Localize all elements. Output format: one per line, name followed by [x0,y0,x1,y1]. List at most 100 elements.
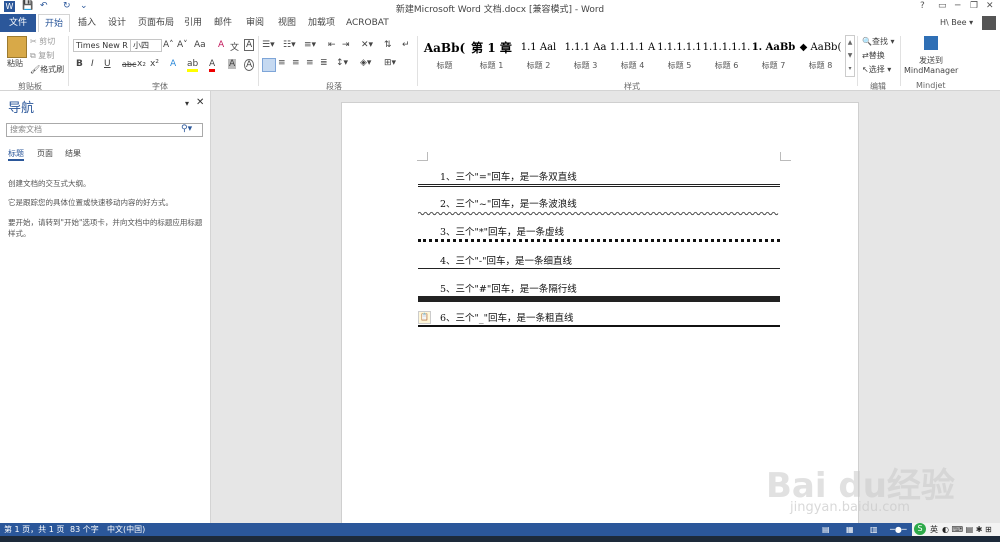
tab-mailings[interactable]: 邮件 [208,14,238,32]
nav-tab-pages[interactable]: 页面 [37,148,53,159]
nav-search-input[interactable]: 搜索文档 [6,123,203,137]
grow-font-button[interactable]: A˄ [163,40,174,50]
highlight-button[interactable]: ab [187,59,199,72]
bullets-icon[interactable]: ☰▾ [262,40,275,50]
help-button[interactable]: ? [920,1,925,11]
mindmanager-label[interactable]: MindManager [904,66,958,75]
show-marks-icon[interactable]: ↵ [402,40,410,50]
increase-indent-icon[interactable]: ⇥ [342,40,350,50]
send-to-label[interactable]: 发送到 [919,55,943,66]
enclose-char-button[interactable]: A [244,59,255,71]
tab-home[interactable]: 开始 [38,14,71,34]
doc-line-6[interactable]: 6、三个"_"回车，是一条粗直线 [440,310,574,324]
read-mode-icon[interactable]: ▤ [822,523,830,536]
replace-button[interactable]: ⇄替换 [862,50,885,61]
font-size-box[interactable]: 小四 [130,39,162,52]
save-icon[interactable]: 💾 [22,1,33,11]
doc-line-3[interactable]: 3、三个"*"回车，是一条虚线 [440,224,564,238]
style-item[interactable]: 1.1.1.1.1 标题 5 [655,37,704,77]
font-color-button[interactable]: A [209,59,216,72]
align-center-icon[interactable]: ≡ [278,58,286,68]
customize-qat-icon[interactable]: ⌄ [80,1,88,11]
tab-design[interactable]: 设计 [102,14,132,32]
status-page[interactable]: 第 1 页，共 1 页 [4,523,64,536]
multilevel-list-icon[interactable]: ≡▾ [304,40,316,50]
print-layout-icon[interactable]: ▦ [846,523,854,536]
char-border-button[interactable]: A [244,39,255,51]
copy-button[interactable]: ⧉ 复制 [30,50,54,61]
tab-addins[interactable]: 加载项 [302,14,341,32]
strikethrough-button[interactable]: abc [122,60,136,69]
align-right-icon[interactable]: ≡ [292,58,300,68]
paste-options-icon[interactable]: 📋 [418,311,431,324]
close-button[interactable]: ✕ [986,1,994,11]
web-layout-icon[interactable]: ▥ [870,523,878,536]
search-icon[interactable]: ⚲▾ [181,124,192,134]
ribbon-options-icon[interactable]: ▭ [938,1,947,11]
doc-line-1[interactable]: 1、三个"="回车，是一条双直线 [440,169,577,183]
font-name-box[interactable]: Times New R [73,39,132,52]
nav-tab-headings[interactable]: 标题 [8,148,24,159]
style-item[interactable]: 1.1.1 Aa 标题 3 [561,37,610,77]
bold-button[interactable]: B [76,59,83,69]
tab-references[interactable]: 引用 [178,14,208,32]
find-button[interactable]: 🔍查找 ▾ [862,36,895,47]
style-item[interactable]: 第 1 章标题 1 [467,37,516,77]
style-item[interactable]: 1.1.1.1 A 标题 4 [608,37,657,77]
cut-button[interactable]: ✂ 剪切 [30,36,55,47]
style-item[interactable]: 1.1.1.1.1. 标题 6 [702,37,751,77]
paste-icon[interactable] [7,36,27,58]
justify-icon[interactable]: ≡ [306,58,314,68]
char-shading-button[interactable]: A [228,59,237,69]
borders-icon[interactable]: ⊞▾ [384,58,396,68]
italic-button[interactable]: I [91,59,94,69]
styles-gallery[interactable]: AaBb(标题 第 1 章标题 1 1.1 Aal 标题 2 1.1.1 Aa 标题… [420,34,845,76]
zoom-slider[interactable]: ─●─ [890,523,907,536]
mindmanager-icon[interactable] [924,36,938,50]
distributed-icon[interactable]: ≣ [320,58,328,68]
doc-line-5[interactable]: 5、三个"#"回车，是一条隔行线 [440,281,577,295]
tab-view[interactable]: 视图 [272,14,302,32]
nav-tab-results[interactable]: 结果 [65,148,81,159]
sort-icon[interactable]: ⇅ [384,40,392,50]
numbering-icon[interactable]: ☷▾ [283,40,296,50]
select-button[interactable]: ↖选择 ▾ [862,64,891,75]
user-avatar[interactable] [982,16,996,30]
line-spacing-icon[interactable]: ↕▾ [336,58,348,68]
style-item[interactable]: 1. AaBb 标题 7 [749,37,798,77]
align-left-icon[interactable] [262,58,276,72]
decrease-indent-icon[interactable]: ⇤ [328,40,336,50]
redo-icon[interactable]: ↻ [63,1,71,11]
format-painter-button[interactable]: 🖌格式刷 [30,64,64,75]
nav-options-icon[interactable]: ▾ [185,99,189,108]
tab-page-layout[interactable]: 页面布局 [132,14,180,32]
word-app-icon[interactable]: W [4,1,15,12]
underline-button[interactable]: U [104,59,111,69]
phonetic-guide-button[interactable]: 文 [230,40,239,53]
text-effect-button[interactable]: A [170,59,176,69]
paste-button[interactable]: 粘贴 [7,58,23,69]
tab-insert[interactable]: 插入 [72,14,102,32]
gallery-scroll[interactable]: ▲ ▼ ▾ [845,35,855,77]
change-case-button[interactable]: Aa [194,40,206,50]
shrink-font-button[interactable]: A˅ [177,40,188,50]
doc-line-4[interactable]: 4、三个"-"回车，是一条细直线 [440,253,572,267]
superscript-button[interactable]: x² [150,59,159,69]
restore-button[interactable]: ❐ [970,1,978,11]
doc-line-2[interactable]: 2、三个"~"回车，是一条波浪线 [440,196,577,210]
undo-icon[interactable]: ↶ [40,1,48,11]
chinese-layout-icon[interactable]: ✕▾ [361,40,373,50]
tab-acrobat[interactable]: ACROBAT [340,14,395,32]
tab-file[interactable]: 文件 [0,14,36,32]
nav-close-icon[interactable]: ✕ [196,97,204,108]
minimize-button[interactable]: ─ [955,1,960,11]
shading-icon[interactable]: ◈▾ [360,58,371,68]
style-item[interactable]: 1.1 Aal 标题 2 [514,37,563,77]
style-item[interactable]: ◆ AaBb(标题 8 [796,37,845,77]
subscript-button[interactable]: x₂ [137,59,146,69]
status-words[interactable]: 83 个字 [70,523,99,536]
style-item[interactable]: AaBb(标题 [420,37,469,77]
clear-format-button[interactable]: A [218,40,224,50]
ime-indicator[interactable]: S 英 ◐ ⌨ ▤ ✱ ⊞ [912,523,1000,536]
status-language[interactable]: 中文(中国) [107,523,145,536]
